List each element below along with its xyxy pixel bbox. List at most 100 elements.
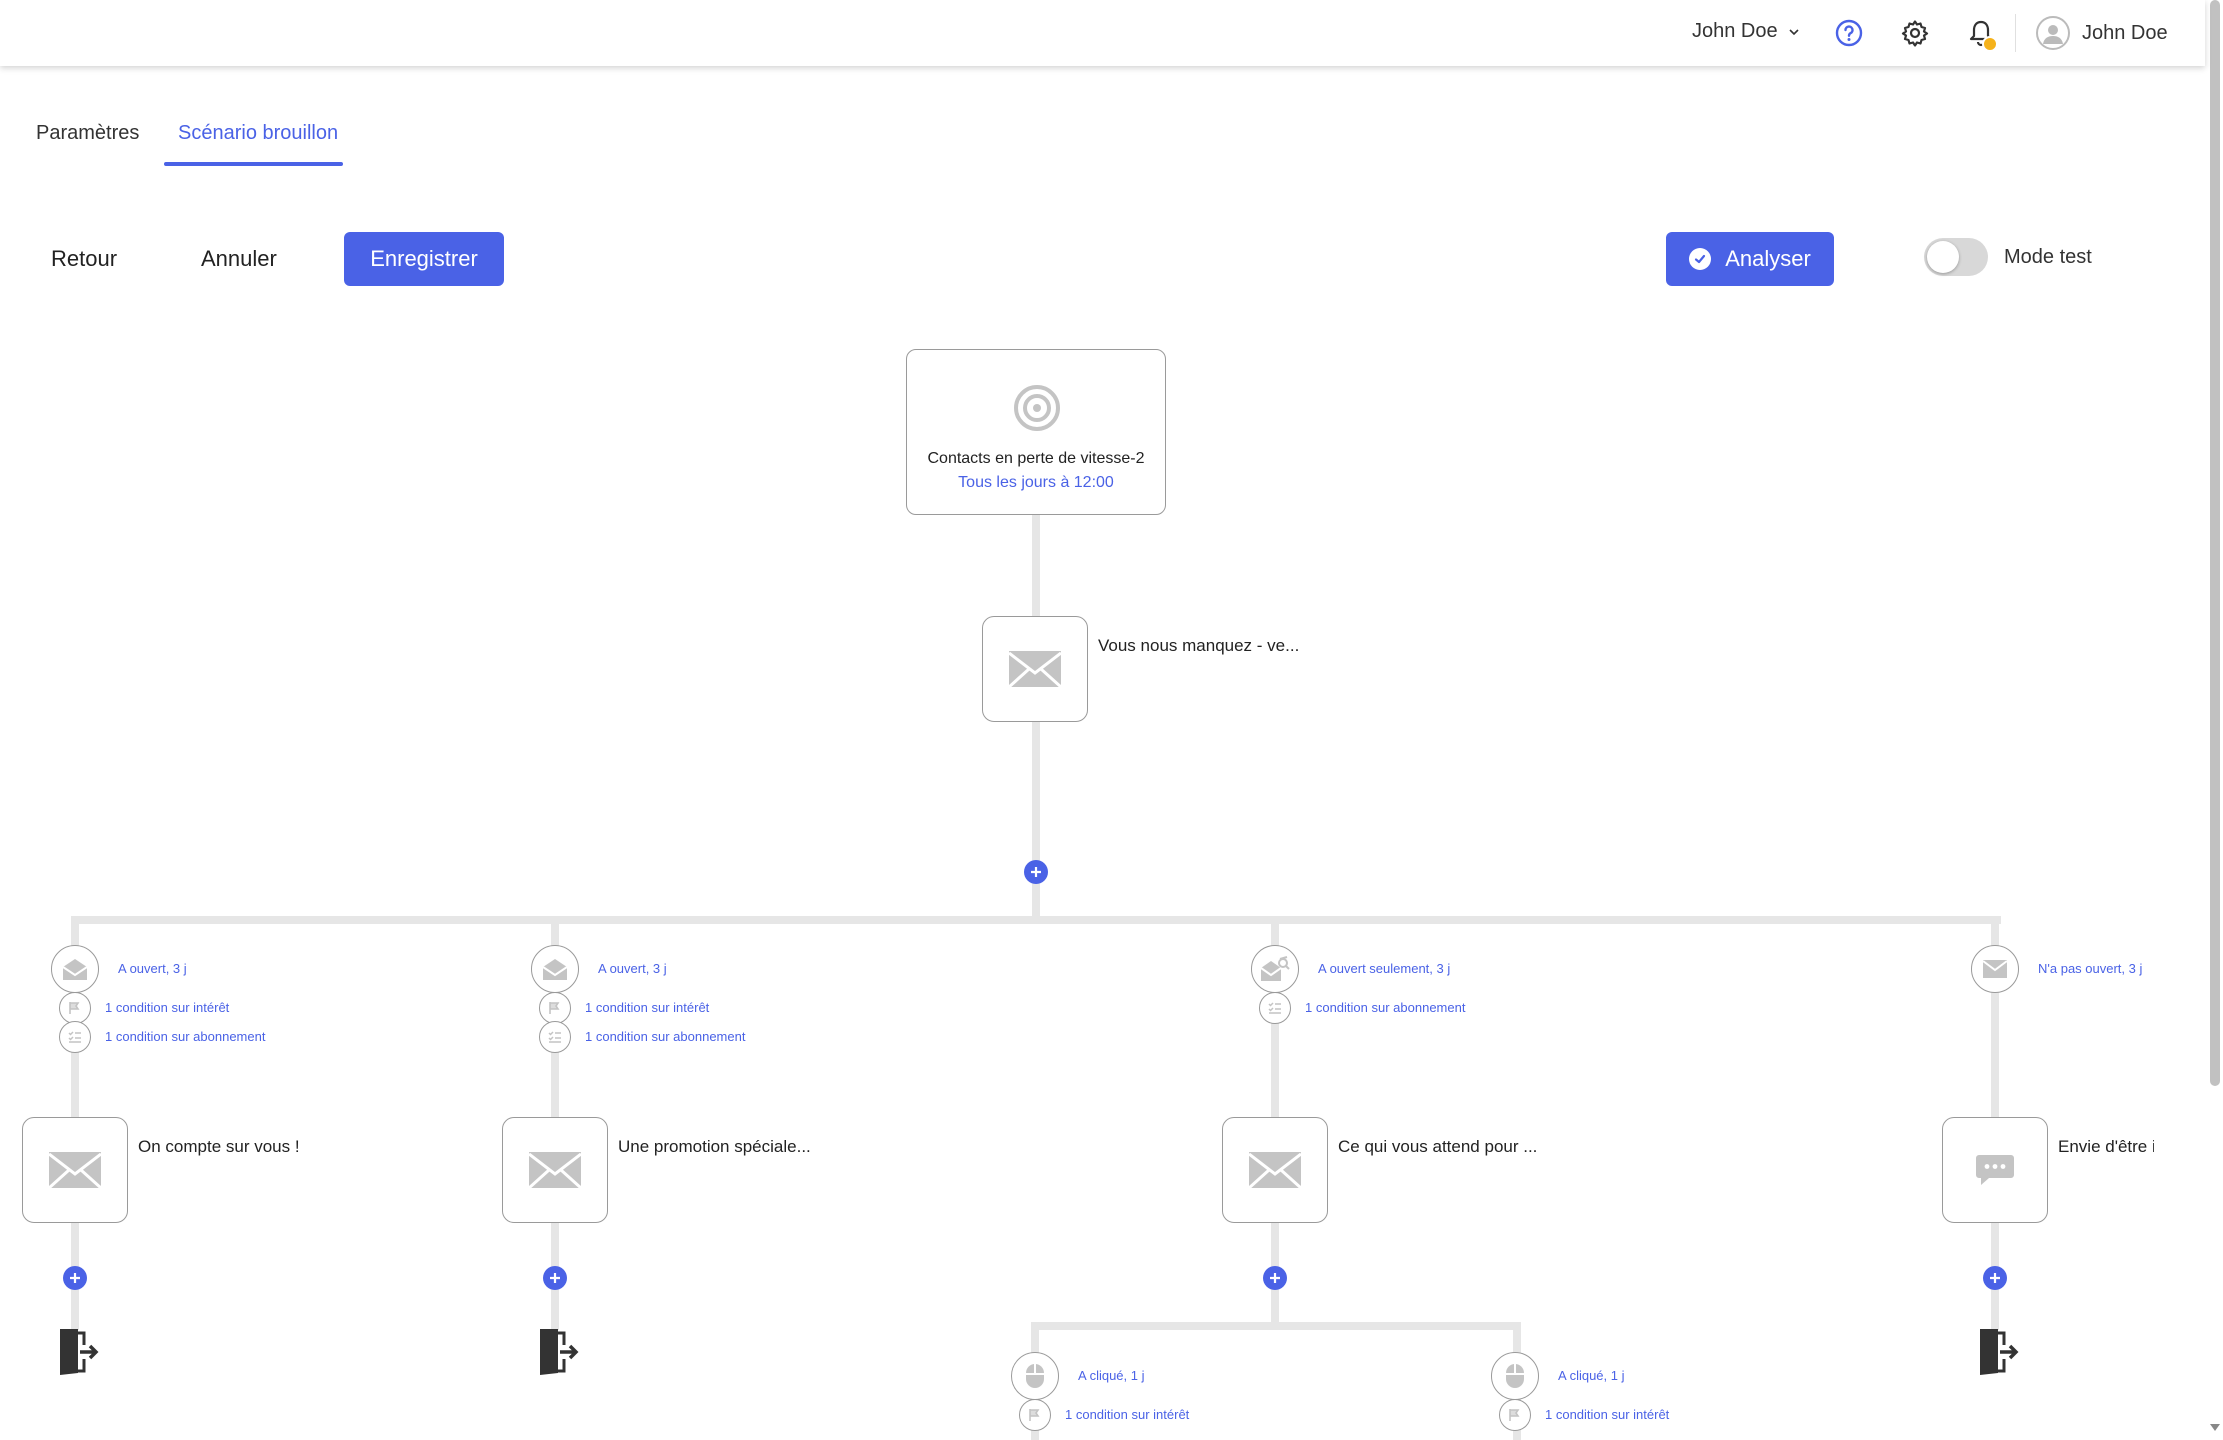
trigger-label[interactable]: N'a pas ouvert, 3 j [2038,961,2142,976]
target-icon [1014,385,1060,431]
plus-icon [1270,1273,1280,1283]
test-mode-label: Mode test [2004,246,2092,268]
scenario-start-node[interactable]: Contacts en perte de vitesse-2 Tous les … [906,349,1166,515]
sms-node[interactable] [1942,1117,2048,1223]
subscription-condition-circle[interactable] [539,1021,571,1053]
interest-condition-circle[interactable] [1499,1399,1531,1431]
plus-icon [70,1273,80,1283]
trigger-circle[interactable] [1251,945,1299,993]
email-node-label: On compte sur vous ! [138,1137,300,1156]
email-node[interactable] [982,616,1088,722]
topbar-divider [2015,14,2016,52]
tab-parametres[interactable]: Paramètres [36,122,139,145]
trigger-label[interactable]: A cliqué, 1 j [1558,1368,1625,1383]
interest-icon [69,1002,80,1014]
add-step-button[interactable] [1983,1266,2007,1290]
add-step-button[interactable] [63,1266,87,1290]
trigger-label[interactable]: A ouvert, 3 j [118,961,187,976]
scroll-down-arrow-icon[interactable] [2210,1424,2220,1431]
interest-icon [1509,1409,1520,1421]
profile-menu[interactable]: John Doe [2036,16,2168,50]
interest-condition-circle[interactable] [1019,1399,1051,1431]
back-button[interactable]: Retour [51,246,117,272]
cancel-button[interactable]: Annuler [201,246,277,272]
checklist-icon [1268,1002,1281,1014]
interest-condition-circle[interactable] [59,992,91,1024]
settings-button[interactable] [1899,17,1931,49]
trigger-label[interactable]: A ouvert seulement, 3 j [1318,961,1450,976]
trigger-circle[interactable] [51,945,99,993]
condition-label[interactable]: 1 condition sur abonnement [105,1029,265,1044]
checklist-icon [68,1031,81,1043]
email-node-label: Vous nous manquez - ve... [1098,636,1300,655]
account-switcher[interactable]: John Doe [1692,20,1800,43]
condition-label[interactable]: 1 condition sur abonnement [1305,1000,1465,1015]
interest-icon [549,1002,560,1014]
plus-icon [1990,1273,2000,1283]
trigger-label[interactable]: A cliqué, 1 j [1078,1368,1145,1383]
trigger-label[interactable]: A ouvert, 3 j [598,961,667,976]
schedule-link[interactable]: Tous les jours à 12:00 [907,474,1165,492]
envelope-icon [1009,651,1061,687]
exit-door-icon[interactable] [536,1327,580,1377]
tab-scenario-brouillon[interactable]: Scénario brouillon [178,122,338,145]
sms-icon [1976,1155,2014,1185]
save-button[interactable]: Enregistrer [344,232,504,286]
checklist-icon [548,1031,561,1043]
trigger-circle[interactable] [531,945,579,993]
condition-label[interactable]: 1 condition sur abonnement [585,1029,745,1044]
email-node[interactable] [1222,1117,1328,1223]
save-button-label: Enregistrer [370,246,478,271]
condition-label[interactable]: 1 condition sur intérêt [1545,1407,1669,1422]
plus-icon [550,1273,560,1283]
connector-line [1032,515,1040,617]
user-icon [2043,25,2063,44]
chevron-down-icon [1789,28,1799,35]
notifications-button[interactable] [1965,17,1998,52]
notification-badge [1982,36,1998,52]
interest-condition-circle[interactable] [539,992,571,1024]
envelope-icon [49,1152,101,1188]
condition-label[interactable]: 1 condition sur intérêt [585,1000,709,1015]
exit-door-icon[interactable] [56,1327,100,1377]
sms-node-label: Envie d'être ir [2058,1137,2154,1156]
active-tab-indicator [164,162,343,166]
email-node-label: Une promotion spéciale... [618,1137,811,1156]
analyse-button-label: Analyser [1725,246,1811,271]
exit-door-icon[interactable] [1976,1327,2020,1377]
add-step-button[interactable] [543,1266,567,1290]
sub-branch-connector [1031,1322,1521,1330]
vertical-scrollbar[interactable] [2205,0,2223,1440]
profile-name: John Doe [2082,21,2168,44]
plus-icon [1031,867,1041,877]
add-step-button[interactable] [1263,1266,1287,1290]
top-bar: John Doe John Doe [0,0,2205,66]
segment-name: Contacts en perte de vitesse-2 [927,450,1145,467]
trigger-circle[interactable] [1491,1352,1539,1400]
analyse-button[interactable]: Analyser [1666,232,1834,286]
subscription-condition-circle[interactable] [59,1021,91,1053]
mouse-click-icon [1026,1364,1044,1388]
trigger-circle[interactable] [1971,945,2019,993]
trigger-circle[interactable] [1011,1352,1059,1400]
condition-label[interactable]: 1 condition sur intérêt [105,1000,229,1015]
add-step-button[interactable] [1024,860,1048,884]
condition-label[interactable]: 1 condition sur intérêt [1065,1407,1189,1422]
connector-line [1032,722,1040,920]
subscription-condition-circle[interactable] [1259,992,1291,1024]
email-node[interactable] [502,1117,608,1223]
mouse-click-icon [1506,1364,1524,1388]
envelope-icon [529,1152,581,1188]
toggle-knob [1927,241,1959,273]
interest-icon [1029,1409,1040,1421]
closed-envelope-icon [1982,960,2008,978]
scrollbar-thumb[interactable] [2210,0,2220,1086]
help-button[interactable] [1833,17,1865,49]
envelope-icon [1249,1152,1301,1188]
gear-icon [1901,20,1929,47]
branch-connector [71,916,2001,924]
test-mode-toggle[interactable] [1924,238,1988,276]
check-circle-icon [1689,248,1712,270]
email-node[interactable] [22,1117,128,1223]
avatar [2036,16,2070,50]
